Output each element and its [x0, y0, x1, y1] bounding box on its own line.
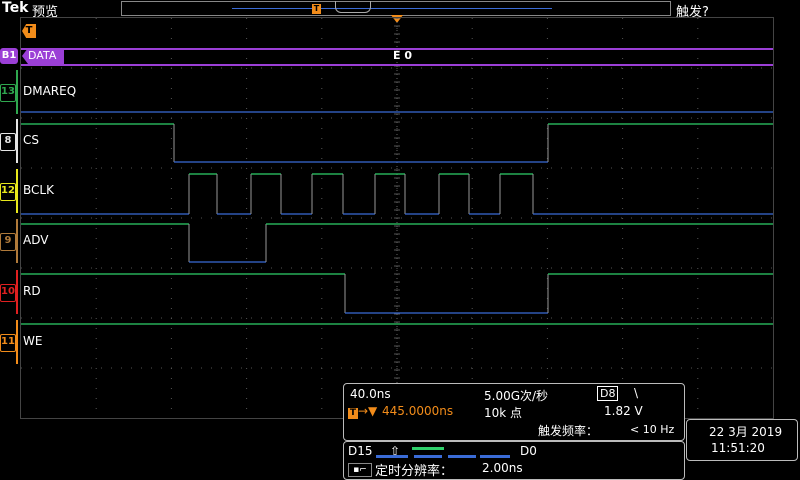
date-time-display[interactable]: 22 3月 2019 11:51:20: [686, 419, 798, 461]
channel-label-we: WE: [23, 334, 43, 348]
channel-marker-we[interactable]: 11: [0, 334, 16, 352]
channel-label-cs: CS: [23, 133, 39, 147]
bus-label: DATA: [22, 48, 65, 64]
channel-marker-rd[interactable]: 10: [0, 284, 16, 302]
timing-resolution-value: 2.00ns: [482, 461, 523, 475]
trigger-position-icon: T →▼: [348, 404, 378, 419]
brand-logo: Tek: [2, 0, 29, 16]
trigger-frequency-value: < 10 Hz: [630, 423, 675, 436]
trigger-slope-icon: \: [634, 386, 639, 400]
digital-info-panel[interactable]: D15 ⇧ D0 ▪⌐ 定时分辨率： 2.00ns: [343, 441, 685, 480]
channel-label-rd: RD: [23, 284, 41, 298]
grid-lines: [21, 18, 772, 418]
trigger-level: 1.82 V: [604, 404, 643, 418]
bus-decode-value: E 0: [393, 49, 412, 62]
channel-label-adv: ADV: [23, 233, 49, 247]
channel-marker-cs[interactable]: 8: [0, 133, 16, 151]
digital-high-label: D15: [348, 444, 373, 458]
channel-label-dmareq: DMAREQ: [23, 84, 77, 98]
channel-marker-bclk[interactable]: 12: [0, 183, 16, 201]
trigger-source: D8: [597, 386, 619, 401]
channel-bracket-we: [16, 320, 18, 364]
time-text: 11:51:20: [711, 441, 765, 455]
horizontal-scale: 40.0ns: [350, 387, 391, 401]
record-trigger-marker: T: [312, 4, 321, 14]
trigger-position: 445.0000ns: [382, 404, 454, 418]
rd-trace: [21, 273, 773, 314]
sample-rate: 5.00G次/秒: [484, 389, 549, 403]
waveform-graticule[interactable]: [20, 17, 774, 419]
channel-bracket-bclk: [16, 169, 18, 213]
channel-bracket-rd: [16, 270, 18, 314]
channel-bracket-adv: [16, 219, 18, 263]
timing-resolution-label: 定时分辨率：: [375, 464, 454, 479]
timing-mode-icon: ▪⌐: [348, 461, 372, 477]
record-length: 10k 点: [484, 406, 523, 420]
bus-marker-label: B1: [1, 50, 17, 61]
record-waveform-line: [232, 8, 552, 9]
acquisition-info-panel[interactable]: 40.0ns 5.00G次/秒 D8 \ T →▼ 445.0000ns 10k …: [343, 383, 685, 441]
record-view-window[interactable]: [335, 1, 371, 13]
channel-marker-adv[interactable]: 9: [0, 233, 16, 251]
channel-label-bclk: BCLK: [23, 183, 54, 197]
bus-marker[interactable]: B1: [0, 48, 18, 64]
channel-bracket-dmareq: [16, 70, 18, 114]
trigger-frequency-label: 触发频率：: [538, 424, 599, 438]
channel-bracket-cs: [16, 119, 18, 163]
digital-activity-icon: ⇧: [376, 444, 510, 458]
svg-text:⇧: ⇧: [390, 444, 400, 458]
date-text: 22 3月 2019: [709, 425, 783, 439]
channel-marker-dmareq[interactable]: 13: [0, 84, 16, 102]
digital-low-label: D0: [520, 444, 537, 458]
